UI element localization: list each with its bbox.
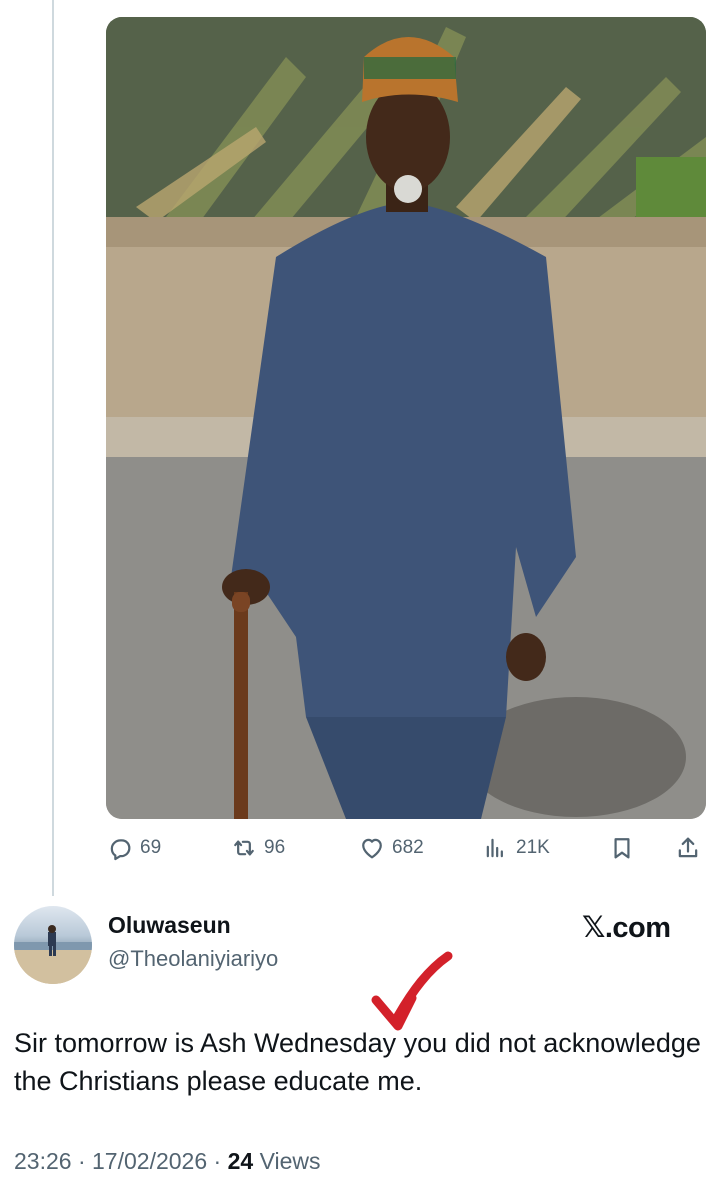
red-arrow-annotation xyxy=(371,951,453,1031)
meta-separator: · xyxy=(77,1148,93,1174)
reply-button[interactable]: 69 xyxy=(106,832,161,864)
post-meta: 23:26 · 17/02/2026 · 24 Views xyxy=(14,1148,321,1175)
like-button[interactable]: 682 xyxy=(358,832,424,864)
repost-icon xyxy=(230,834,258,862)
post-image[interactable] xyxy=(106,17,706,819)
like-count: 682 xyxy=(392,837,424,858)
display-name[interactable]: Oluwaseun xyxy=(108,912,231,939)
views-icon xyxy=(482,834,510,862)
views-count: 21K xyxy=(516,837,550,858)
views-button[interactable]: 21K xyxy=(482,832,550,864)
post-action-bar: 69 96 682 21K xyxy=(106,832,706,864)
meta-separator: · xyxy=(213,1148,228,1174)
repost-count: 96 xyxy=(264,837,286,858)
bookmark-icon xyxy=(608,834,636,862)
post-time[interactable]: 23:26 xyxy=(14,1148,72,1174)
reply-count: 69 xyxy=(140,837,162,858)
avatar[interactable] xyxy=(14,906,92,984)
x-watermark: 𝕏.com xyxy=(582,912,671,944)
views-label: Views xyxy=(259,1148,321,1174)
like-icon xyxy=(358,834,386,862)
user-handle[interactable]: @Theolaniyiariyo xyxy=(108,946,278,972)
reply-text: Sir tomorrow is Ash Wednesday you did no… xyxy=(14,1028,701,1096)
share-button[interactable] xyxy=(674,832,708,864)
views-total: 24 xyxy=(227,1148,254,1174)
reply-icon xyxy=(106,834,134,862)
post-date[interactable]: 17/02/2026 xyxy=(92,1148,207,1174)
bookmark-button[interactable] xyxy=(608,832,642,864)
share-icon xyxy=(674,834,702,862)
thread-connector-line xyxy=(52,0,54,896)
repost-button[interactable]: 96 xyxy=(230,832,285,864)
